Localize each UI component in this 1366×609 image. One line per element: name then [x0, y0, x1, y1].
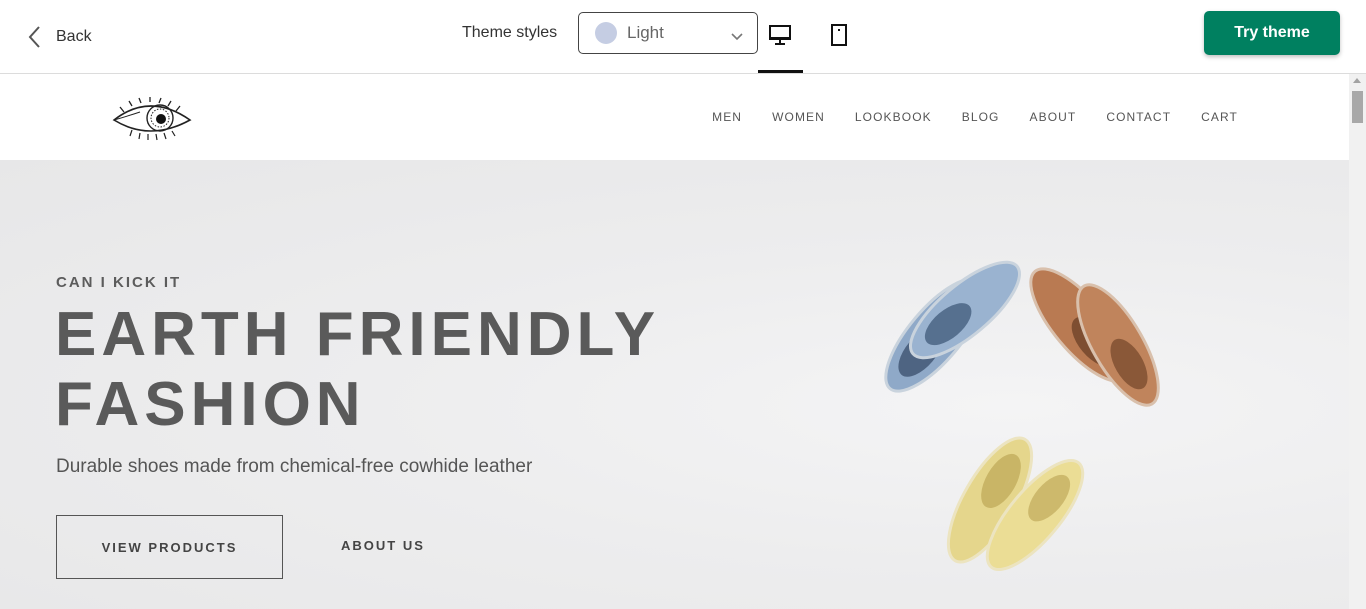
back-button[interactable]: Back — [28, 20, 92, 54]
editor-toolbar: Back Theme styles Light Try theme — [0, 0, 1366, 74]
nav-link-contact[interactable]: CONTACT — [1106, 110, 1171, 124]
nav-link-lookbook[interactable]: LOOKBOOK — [855, 110, 932, 124]
desktop-icon — [768, 24, 792, 51]
mobile-icon — [830, 23, 848, 51]
try-theme-button[interactable]: Try theme — [1204, 11, 1340, 55]
nav-link-men[interactable]: MEN — [712, 110, 742, 124]
eye-logo[interactable] — [110, 94, 194, 147]
theme-style-value: Light — [627, 23, 664, 42]
nav-link-blog[interactable]: BLOG — [962, 110, 1000, 124]
color-swatch — [595, 22, 617, 44]
theme-style-select[interactable]: Light — [578, 12, 758, 54]
hero-eyebrow: CAN I KICK IT — [56, 274, 182, 291]
hero-banner: CAN I KICK IT EARTH FRIENDLY FASHION Dur… — [0, 160, 1349, 609]
view-products-button[interactable]: VIEW PRODUCTS — [56, 515, 283, 579]
store-header: MEN WOMEN LOOKBOOK BLOG ABOUT CONTACT CA… — [0, 74, 1349, 160]
desktop-view-button[interactable] — [767, 24, 793, 50]
theme-styles-label: Theme styles — [462, 24, 558, 41]
store-preview: MEN WOMEN LOOKBOOK BLOG ABOUT CONTACT CA… — [0, 74, 1349, 609]
nav-link-cart[interactable]: CART — [1201, 110, 1238, 124]
store-nav: MEN WOMEN LOOKBOOK BLOG ABOUT CONTACT CA… — [712, 110, 1238, 124]
nav-link-about[interactable]: ABOUT — [1029, 110, 1076, 124]
about-us-link[interactable]: ABOUT US — [341, 538, 425, 553]
scroll-up-arrow-icon[interactable] — [1353, 78, 1361, 83]
scrollbar-thumb[interactable] — [1352, 91, 1363, 123]
back-label: Back — [56, 28, 92, 45]
hero-subhead: Durable shoes made from chemical-free co… — [56, 456, 533, 477]
mobile-view-button[interactable] — [826, 23, 852, 51]
hero-headline: EARTH FRIENDLY FASHION — [55, 300, 659, 439]
shoes-photo — [850, 260, 1190, 595]
chevron-down-icon — [731, 28, 743, 46]
nav-link-women[interactable]: WOMEN — [772, 110, 825, 124]
chevron-left-icon — [28, 26, 40, 48]
preview-scrollbar[interactable] — [1349, 74, 1366, 609]
active-device-indicator — [758, 70, 803, 73]
